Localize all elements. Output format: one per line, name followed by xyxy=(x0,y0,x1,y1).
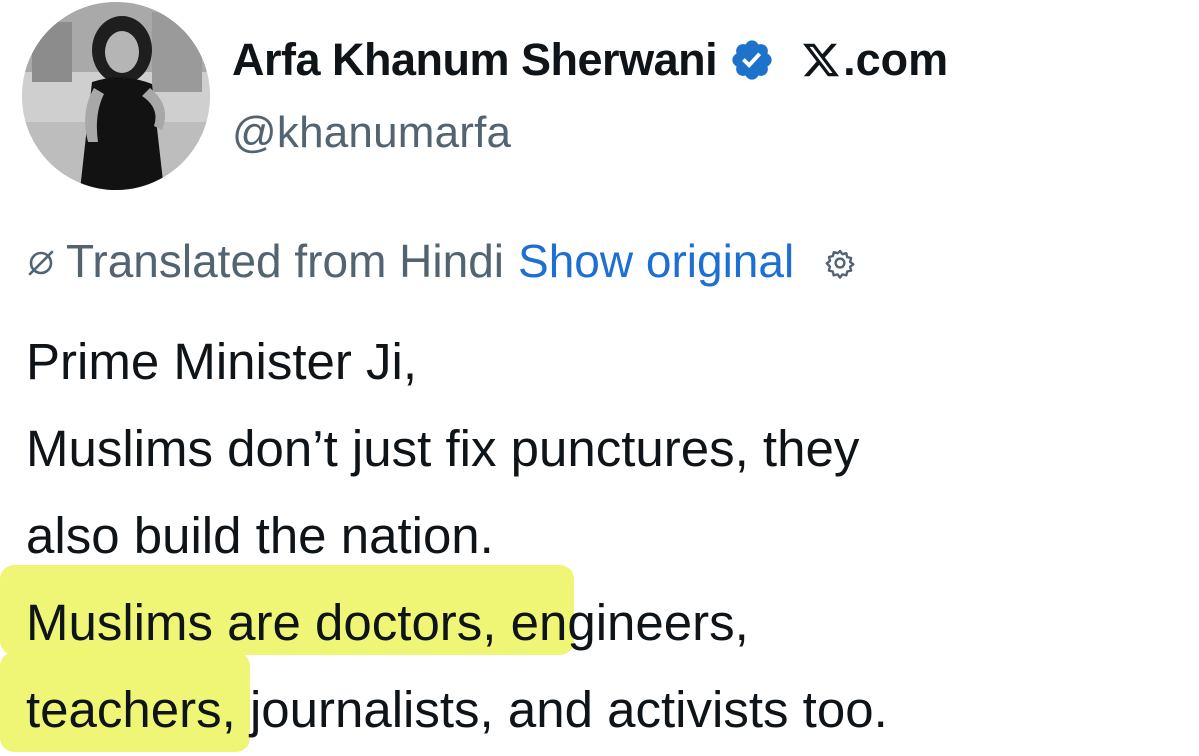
tweet-line-text: Muslims don’t just fix punctures, they xyxy=(26,420,860,477)
tweet-line-text: s, journalists, and activists too. xyxy=(196,681,888,738)
verified-badge-icon xyxy=(729,37,775,83)
translation-bar: Translated from Hindi Show original xyxy=(26,232,856,290)
highlighted-text: Muslims are doctor xyxy=(26,594,457,651)
tweet-line-text: Prime Minister Ji, xyxy=(26,333,418,390)
x-logo-icon xyxy=(801,40,841,80)
tweet-line-text: also build the nation. xyxy=(26,507,494,564)
tweet-line: Muslims don’t just fix punctures, they xyxy=(26,405,1186,492)
tweet-line: Prime Minister Ji, xyxy=(26,318,1186,405)
author-display-name[interactable]: Arfa Khanum Sherwani xyxy=(232,34,718,86)
show-original-link[interactable]: Show original xyxy=(518,234,794,288)
tweet-line: teachers, journalists, and activists too… xyxy=(0,652,1186,753)
avatar[interactable] xyxy=(22,2,210,190)
translate-icon xyxy=(26,248,56,278)
highlighted-text: teacher xyxy=(26,681,197,738)
gear-icon[interactable] xyxy=(824,247,856,279)
author-handle[interactable]: @khanumarfa xyxy=(232,108,511,158)
tweet-text: Prime Minister Ji, Muslims don’t just fi… xyxy=(0,318,1186,753)
site-label: .com xyxy=(801,34,948,86)
avatar-photo xyxy=(22,2,210,190)
tweet-line-text: s, engineers, xyxy=(456,594,749,651)
author-header: Arfa Khanum Sherwani .com xyxy=(232,28,948,92)
translated-from-label: Translated from Hindi xyxy=(66,235,505,287)
site-domain-label: .com xyxy=(843,34,949,85)
